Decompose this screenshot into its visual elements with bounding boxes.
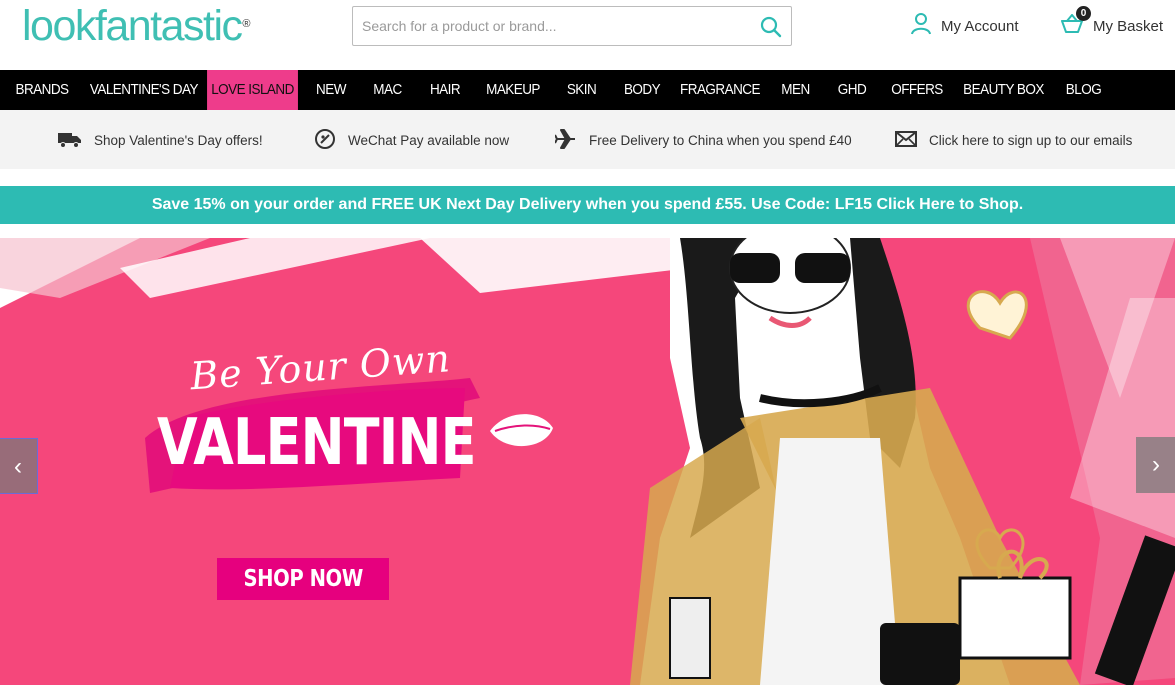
my-account-label[interactable]: My Account: [941, 18, 1019, 35]
perk-text[interactable]: Click here to sign up to our emails: [929, 133, 1132, 148]
basket-count-badge: 0: [1076, 6, 1091, 21]
registered-mark: ®: [242, 18, 251, 30]
search-icon[interactable]: [759, 15, 783, 39]
nav-item-skin[interactable]: SKIN: [555, 70, 608, 110]
nav-item-ghd[interactable]: GHD: [827, 70, 877, 110]
logo-text[interactable]: lookfantastic: [22, 2, 243, 50]
user-icon: [911, 12, 931, 40]
nav-item-mac[interactable]: MAC: [362, 70, 413, 110]
perk-text[interactable]: WeChat Pay available now: [348, 133, 509, 148]
chevron-left-icon[interactable]: ‹: [14, 453, 22, 480]
search-input[interactable]: [362, 7, 752, 45]
nav-item-love-island[interactable]: LOVE ISLAND: [207, 70, 298, 110]
main-navigation: BRANDS VALENTINE'S DAY LOVE ISLAND NEW M…: [0, 70, 1175, 110]
envelope-icon: [895, 130, 929, 150]
my-basket-label[interactable]: My Basket: [1093, 18, 1163, 35]
plane-icon: [554, 128, 589, 153]
hero-carousel: Be Your Own VALENTINE SHOP NOW ‹ ›: [0, 238, 1175, 685]
nav-item-makeup[interactable]: MAKEUP: [478, 70, 548, 110]
nav-item-offers[interactable]: OFFERS: [884, 70, 951, 110]
nav-item-new[interactable]: NEW: [306, 70, 356, 110]
promo-banner[interactable]: Save 15% on your order and FREE UK Next …: [0, 186, 1175, 224]
shop-now-button[interactable]: SHOP NOW: [217, 558, 389, 600]
perk-email-signup[interactable]: Click here to sign up to our emails: [895, 129, 1132, 151]
nav-item-hair[interactable]: HAIR: [419, 70, 471, 110]
truck-icon: [58, 130, 94, 151]
nav-item-blog[interactable]: BLOG: [1056, 70, 1111, 110]
shop-now-label[interactable]: SHOP NOW: [243, 558, 363, 600]
nav-item-brands[interactable]: BRANDS: [4, 70, 80, 110]
my-account-link[interactable]: My Account: [911, 12, 1019, 40]
chevron-right-icon[interactable]: ›: [1152, 451, 1160, 478]
perk-valentines-offers[interactable]: Shop Valentine's Day offers!: [58, 129, 263, 151]
nav-item-body[interactable]: BODY: [614, 70, 670, 110]
nav-item-valentines-day[interactable]: VALENTINE'S DAY: [90, 70, 199, 110]
lookfantastic-logo[interactable]: lookfantastic ®: [22, 2, 251, 50]
nav-item-fragrance[interactable]: FRAGRANCE: [678, 70, 763, 110]
carousel-prev-button[interactable]: ‹: [0, 438, 38, 494]
site-header: lookfantastic ® My Account 0 My: [0, 0, 1175, 70]
perk-text[interactable]: Shop Valentine's Day offers!: [94, 133, 263, 148]
carousel-next-button[interactable]: ›: [1136, 437, 1175, 493]
perk-free-delivery-china[interactable]: Free Delivery to China when you spend £4…: [554, 128, 852, 153]
search-box: [352, 6, 792, 46]
hero-title: VALENTINE: [157, 406, 476, 480]
perk-text[interactable]: Free Delivery to China when you spend £4…: [589, 133, 852, 148]
my-basket-link[interactable]: 0 My Basket: [1061, 6, 1163, 38]
perk-wechat-pay[interactable]: WeChat Pay available now: [314, 128, 509, 153]
nav-item-men[interactable]: MEN: [770, 70, 821, 110]
wechat-icon: [314, 128, 348, 153]
perks-bar: Shop Valentine's Day offers! WeChat Pay …: [0, 110, 1175, 169]
nav-item-beauty-box[interactable]: BEAUTY BOX: [959, 70, 1048, 110]
